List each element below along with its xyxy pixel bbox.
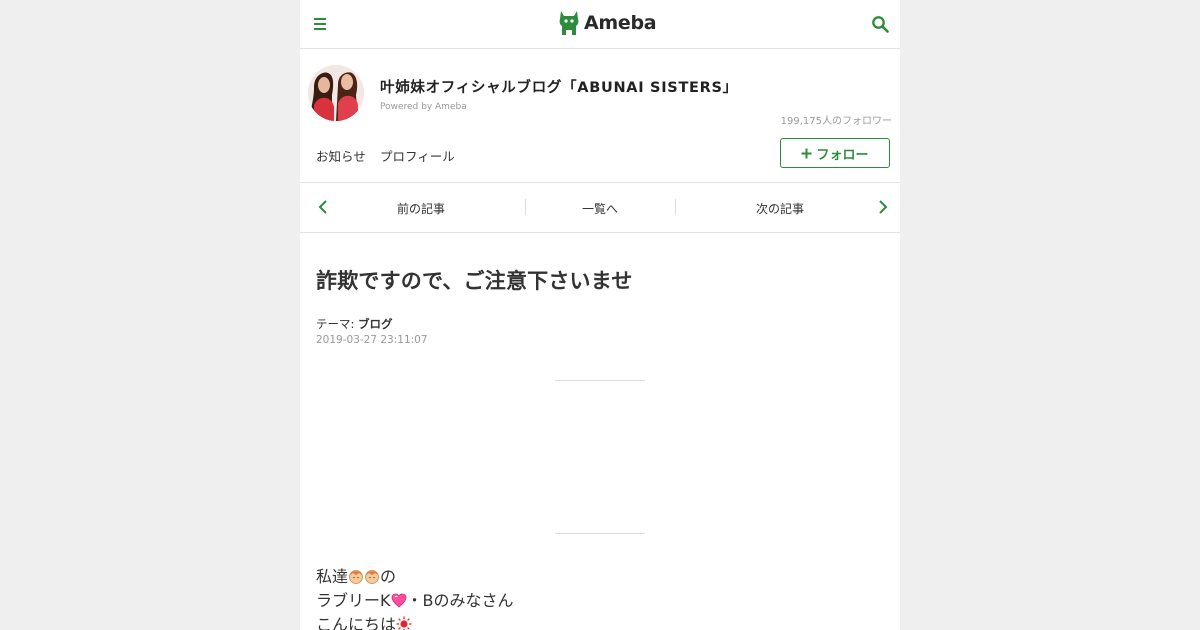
ameba-mascot-icon <box>559 11 579 35</box>
pager-divider <box>525 199 526 215</box>
avatar-image <box>308 65 364 121</box>
article-list-link[interactable]: 一覧へ <box>582 200 618 217</box>
ad-top-divider <box>555 380 645 381</box>
body-line: ラブリーK ・Bのみなさん <box>316 591 514 610</box>
face-emoji <box>349 570 363 584</box>
article-body: 私達の ラブリーK ・Bのみなさん こんにちは <box>316 565 513 630</box>
top-bar: Ameba <box>300 0 900 49</box>
theme-label: テーマ: <box>316 317 355 331</box>
article-title: 詐欺ですので、ご注意下さいませ <box>316 269 633 293</box>
blog-title[interactable]: 叶姉妹オフィシャルブログ「ABUNAI SISTERS」 <box>380 76 738 97</box>
next-article-link[interactable]: 次の記事 <box>756 200 804 217</box>
sun-emoji <box>396 616 412 630</box>
pager-divider <box>675 199 676 215</box>
face-emoji <box>365 570 379 584</box>
powered-by: Powered by Ameba <box>380 102 467 112</box>
article-theme: テーマ: ブログ <box>316 316 393 332</box>
search-icon[interactable] <box>871 15 889 33</box>
ameba-logo[interactable]: Ameba <box>558 8 657 38</box>
theme-link[interactable]: ブログ <box>358 317 393 331</box>
hamburger-menu-icon[interactable] <box>312 15 328 33</box>
article-pager: 前の記事 一覧へ 次の記事 <box>300 183 900 233</box>
body-line: 私達の <box>316 567 397 586</box>
body-line: こんにちは <box>316 613 513 630</box>
plus-icon <box>801 148 812 158</box>
article-date: 2019-03-27 23:11:07 <box>316 334 428 346</box>
nav-link-news[interactable]: お知らせ <box>316 146 366 165</box>
avatar[interactable] <box>308 65 364 121</box>
chevron-left-icon[interactable] <box>318 200 328 214</box>
nav-link-profile[interactable]: プロフィール <box>380 146 455 165</box>
ad-bottom-divider <box>555 533 645 534</box>
follow-button[interactable]: フォロー <box>780 138 890 168</box>
follow-label: フォロー <box>816 147 869 163</box>
follower-count[interactable]: 199,175人のフォロワー <box>781 112 892 127</box>
blog-header: 叶姉妹オフィシャルブログ「ABUNAI SISTERS」 Powered by … <box>300 49 900 183</box>
chevron-right-icon[interactable] <box>878 200 888 214</box>
pink-heart-emoji <box>391 593 406 608</box>
blog-page: Ameba 叶姉妹オフィシャルブログ「ABUNAI SISTERS」 Power… <box>300 0 900 630</box>
prev-article-link[interactable]: 前の記事 <box>397 200 445 217</box>
logo-text: Ameba <box>584 12 657 34</box>
